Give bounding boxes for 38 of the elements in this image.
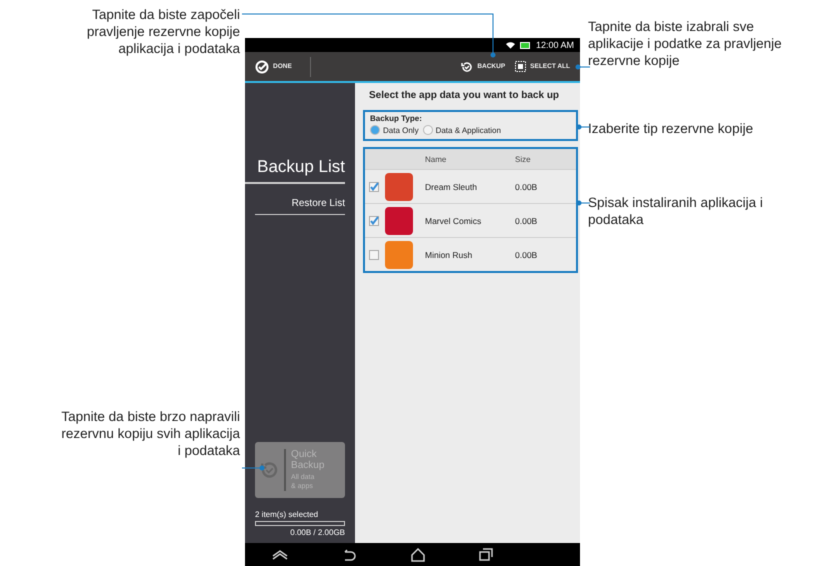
sidebar-tab[interactable]: Backup List (245, 153, 345, 184)
radio-button[interactable] (422, 125, 433, 135)
app-name: Marvel Comics (425, 216, 482, 226)
callout-text: Tapnite da biste brzo napravili rezervnu kopiju svih aplikacija i podataka (60, 408, 240, 459)
callout-text: Tapnite da biste započeli pravljenje rezervne kopije aplikacija i podataka (86, 6, 240, 57)
clock-text: 12:00 AM (536, 40, 574, 50)
callout-text: Tapnite da biste izabrali sve aplikacije i podatke za pravljenje rezervne kopije (588, 18, 783, 69)
app-size: 0.00B (515, 216, 538, 226)
home-icon[interactable] (410, 548, 425, 562)
app-name: Minion Rush (425, 250, 474, 260)
wifi-icon (506, 41, 515, 49)
storage-reading: 0.00B / 2.00GB (289, 528, 345, 537)
leader-line (576, 64, 590, 70)
section-heading: Select the app data you want to back up (368, 89, 560, 103)
battery-icon (520, 42, 531, 48)
backup-type-label: Backup Type: (370, 114, 423, 123)
chevron-up-icon[interactable] (272, 550, 288, 560)
callout-text: Izaberite tip rezervne kopije (588, 120, 754, 137)
selection-count: 2 item(s) selected (255, 510, 320, 519)
radio-button[interactable] (370, 125, 380, 135)
option-label: Data Only (383, 126, 419, 134)
checkbox[interactable] (369, 250, 379, 260)
column-header[interactable]: Name (425, 154, 515, 164)
checkbox[interactable] (369, 182, 379, 192)
app-name: Dream Sleuth (425, 182, 478, 192)
sidebar-tab[interactable]: Restore List (255, 194, 345, 215)
checkbox[interactable] (369, 216, 379, 226)
column-header[interactable]: Size (515, 154, 575, 164)
check-circle-icon (255, 60, 269, 74)
app-size: 0.00B (515, 182, 538, 192)
app-size: 0.00B (515, 250, 538, 260)
backup-icon (461, 60, 474, 72)
recent-apps-icon[interactable] (478, 548, 493, 561)
back-icon[interactable] (342, 548, 356, 560)
leader-line (242, 466, 264, 470)
option-label: Data & Application (436, 126, 501, 134)
callout-text: Spisak instaliranih aplikacija i podataka (588, 194, 764, 228)
grid-icon (515, 61, 526, 72)
